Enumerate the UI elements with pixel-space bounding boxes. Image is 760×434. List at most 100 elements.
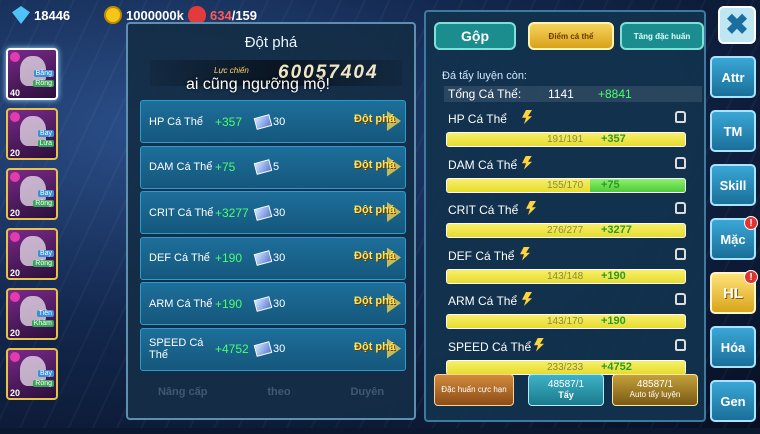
gold-value: 1000000k (126, 7, 184, 23)
stat-bar: 143/170 +190 (446, 314, 686, 329)
card-icon (253, 204, 273, 221)
menu-gen-button[interactable]: Gen (710, 380, 756, 422)
lightning-icon (534, 337, 544, 352)
stat-bonus: +75 (215, 160, 236, 174)
breakthrough-list: HP Cá Thể +357 30 Đột phá DAM Cá Thể +75… (140, 100, 406, 373)
list-item: HP Cá Thể 191/191 +357 (444, 108, 690, 154)
auto-reroll-count: 48587/1 (636, 379, 674, 390)
auto-reroll-button[interactable]: 48587/1 Auto tẩy luyện (612, 374, 698, 406)
breakthrough-button[interactable]: Đột phá (354, 159, 395, 171)
breakthrough-button[interactable]: Đột phá (354, 295, 395, 307)
stat-name: CRIT Cá Thể (448, 203, 519, 217)
element-icon (10, 52, 20, 62)
tab-bar: Gộp Điểm cá thể Tăng đặc huấn (434, 22, 704, 52)
stat-bar-text: 143/170 (547, 316, 584, 327)
stat-bar-text: 233/233 (547, 361, 584, 373)
total-value: 1141 (548, 87, 574, 101)
stat-name: DEF Cá Thể (149, 252, 210, 264)
card-icon (253, 341, 273, 357)
side-menu: Attr TM Skill Mặc ! HL ! Hóa Gen (710, 56, 758, 434)
total-bonus: +8841 (598, 87, 632, 101)
list-item: HP Cá Thể +357 30 Đột phá (140, 100, 406, 143)
power-label: Lực chiến (214, 66, 249, 75)
pet-tag: Khám (31, 320, 54, 327)
action-buttons: Đặc huấn cực hạn 48587/1 Tẩy 48587/1 Aut… (434, 374, 700, 408)
stat-bonus: +4752 (215, 342, 249, 356)
tab-affinity[interactable]: Duyên (350, 386, 384, 398)
breakthrough-button[interactable]: Đột phá (354, 204, 395, 216)
close-button[interactable]: ✖ (718, 6, 756, 44)
pet-slot[interactable]: Bay Lửa 20 (6, 108, 58, 160)
element-icon (10, 112, 20, 122)
pet-slot[interactable]: Tiên Khám 20 (6, 288, 58, 340)
lightning-icon (522, 110, 532, 124)
stat-name: ARM Cá Thể (448, 294, 518, 308)
menu-label: Hóa (720, 339, 746, 355)
menu-transform-button[interactable]: Hóa (710, 326, 756, 368)
card-icon (253, 250, 273, 266)
element-icon (10, 292, 20, 302)
lock-icon[interactable] (675, 338, 686, 351)
menu-equip-button[interactable]: Mặc ! (710, 216, 758, 260)
pet-tag: Bay (37, 190, 54, 197)
pet-level: 20 (10, 208, 21, 218)
card-icon (253, 295, 273, 312)
lock-icon[interactable] (675, 202, 686, 214)
tab-merge[interactable]: Gộp (434, 22, 516, 50)
menu-hl-button[interactable]: HL ! (710, 270, 758, 314)
panel-title: Đột phá (244, 34, 298, 51)
stat-bar-bonus: +190 (601, 315, 626, 327)
pet-level: 40 (10, 88, 21, 98)
pet-slot[interactable]: Bay Rồng 20 (6, 228, 58, 280)
bottom-tabs: Nâng cấp theo Duyên (128, 386, 414, 398)
stat-bar: 155/170 +75 (446, 177, 686, 193)
stat-bonus: +190 (215, 251, 243, 265)
lightning-icon (520, 246, 530, 261)
menu-label: TM (723, 123, 743, 139)
stamina-max: /159 (231, 7, 258, 23)
lock-icon[interactable] (675, 111, 686, 123)
list-item: ARM Cá Thể +190 30 Đột phá (140, 282, 406, 325)
menu-attr-button[interactable]: Attr (710, 56, 756, 98)
stat-bar-text: 143/148 (547, 270, 584, 282)
tab-upgrade[interactable]: Nâng cấp (158, 386, 208, 398)
pet-tag: Rồng (33, 200, 54, 207)
pet-slot[interactable]: Bay Rồng 20 (6, 168, 58, 220)
menu-skill-button[interactable]: Skill (710, 164, 756, 206)
stat-bar-bonus: +190 (601, 269, 626, 282)
tab-special-training[interactable]: Tăng đặc huấn (620, 22, 704, 50)
pet-slot[interactable]: Băng Rồng 40 (6, 48, 58, 100)
menu-tm-button[interactable]: TM (710, 110, 756, 152)
breakthrough-button[interactable]: Đột phá (354, 113, 395, 125)
stamina-value: 634 (210, 7, 232, 23)
breakthrough-button[interactable]: Đột phá (354, 250, 395, 262)
stat-bar: 143/148 +190 (446, 268, 686, 284)
gem-value: 18446 (34, 7, 71, 23)
cost-value: 30 (273, 297, 286, 310)
lock-icon[interactable] (675, 247, 686, 260)
stat-name: ARM Cá Thể (149, 297, 213, 310)
lock-icon[interactable] (675, 156, 686, 169)
menu-label: Attr (721, 69, 745, 85)
breakthrough-button[interactable]: Đột phá (354, 341, 395, 353)
lock-icon[interactable] (675, 293, 686, 305)
list-item: DAM Cá Thể +75 5 Đột phá (140, 145, 406, 189)
stat-name: DAM Cá Thể (149, 161, 213, 173)
reroll-button[interactable]: 48587/1 Tẩy (528, 374, 604, 406)
stat-bonus: +357 (215, 114, 243, 129)
pet-slot[interactable]: Bay Rồng 20 (6, 348, 58, 400)
list-item: ARM Cá Thể 143/170 +190 (444, 290, 690, 336)
card-icon (253, 159, 273, 175)
cost-value: 30 (273, 115, 286, 128)
reroll-count: 48587/1 (547, 379, 585, 390)
element-icon (10, 232, 20, 242)
extreme-training-button[interactable]: Đặc huấn cực hạn (434, 374, 514, 406)
tab-individual-points[interactable]: Điểm cá thể (528, 22, 614, 50)
card-icon (253, 113, 273, 130)
tab-follow[interactable]: theo (267, 386, 290, 398)
reroll-label: Tẩy (558, 390, 574, 400)
pet-level: 20 (10, 328, 21, 338)
menu-label: HL (723, 284, 743, 302)
stat-bar-bonus: +4752 (601, 360, 632, 373)
stat-name: DEF Cá Thể (448, 248, 515, 263)
